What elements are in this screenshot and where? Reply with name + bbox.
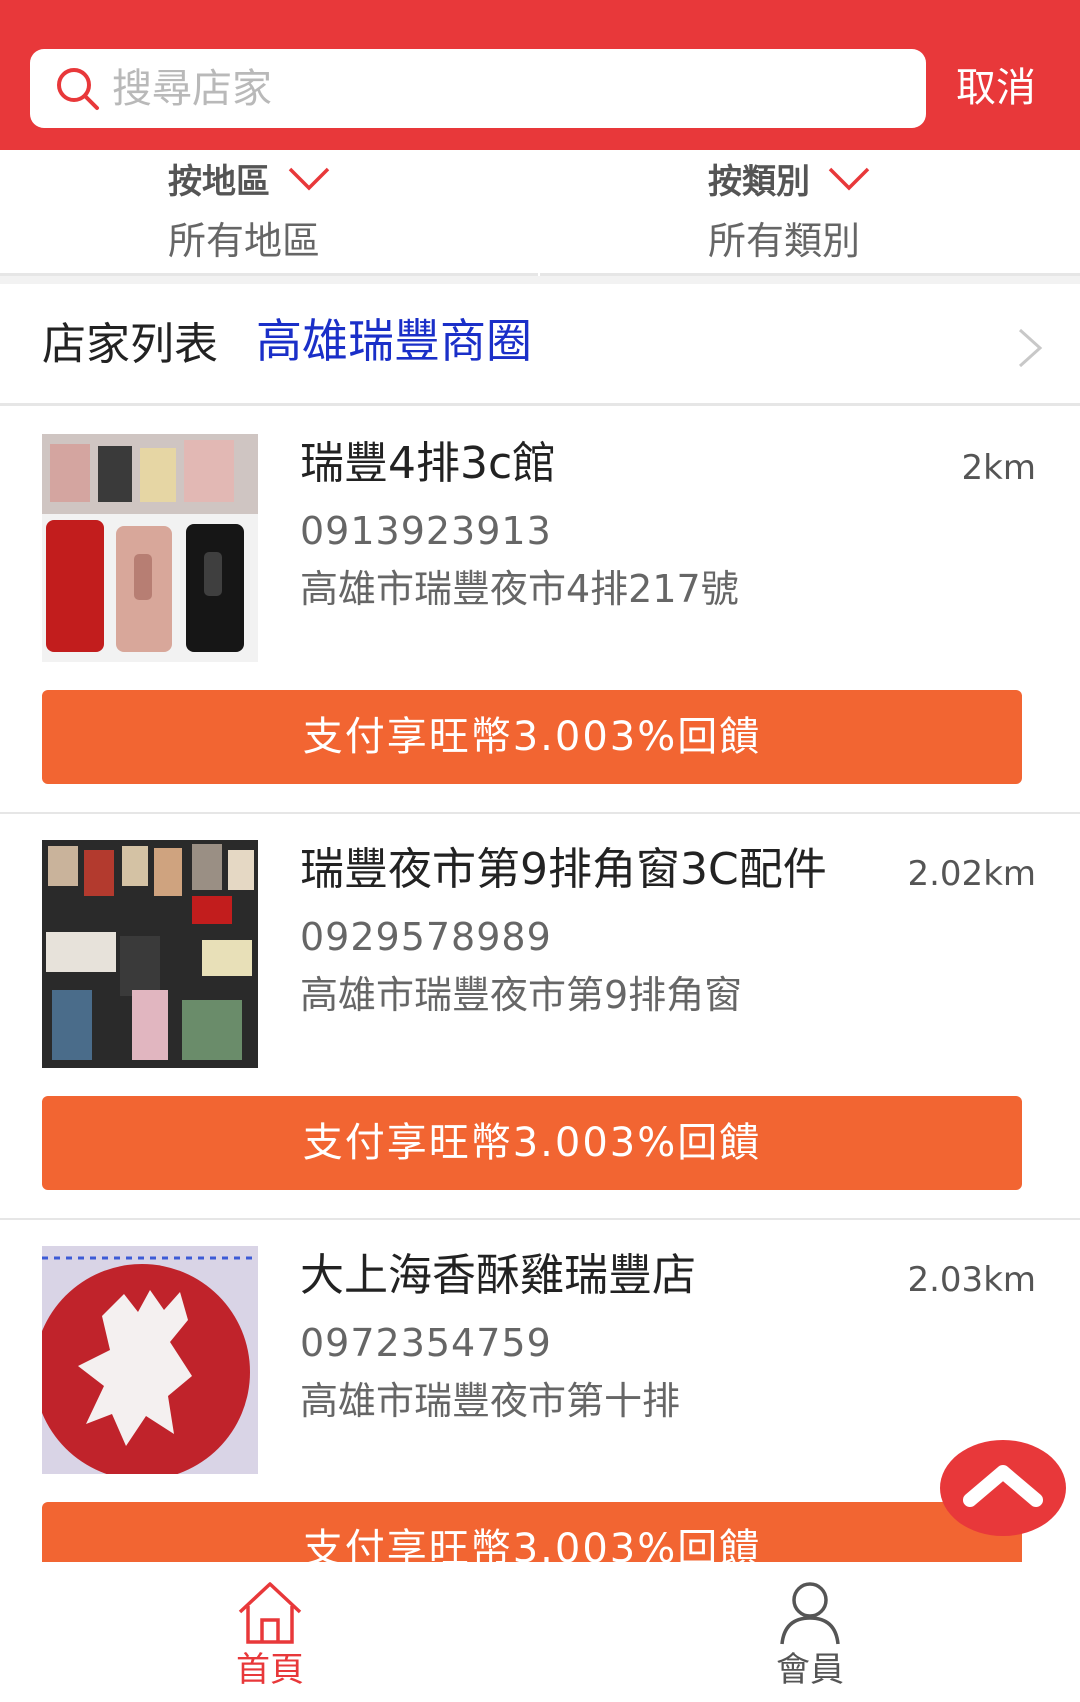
scroll-to-top-button[interactable] bbox=[940, 1440, 1066, 1536]
chevron-down-icon bbox=[828, 167, 870, 191]
store-thumbnail bbox=[42, 434, 258, 662]
store-distance: 2.02km bbox=[907, 854, 1036, 894]
store-address: 高雄市瑞豐夜市第十排 bbox=[300, 1379, 681, 1423]
chevron-right-icon bbox=[1018, 328, 1043, 368]
pay-reward-button[interactable]: 支付享旺幣3.003%回饋 bbox=[42, 1096, 1022, 1190]
store-phone[interactable]: 0972354759 bbox=[300, 1316, 552, 1370]
store-phone[interactable]: 0929578989 bbox=[300, 910, 552, 964]
store-list-item[interactable]: 瑞豐4排3c館 2km 0913923913 高雄市瑞豐夜市4排217號 支付享… bbox=[0, 408, 1080, 814]
nav-home[interactable]: 首頁 bbox=[170, 1562, 370, 1702]
nav-member-label: 會員 bbox=[776, 1650, 844, 1690]
store-distance: 2km bbox=[961, 448, 1036, 488]
top-bar: 搜尋店家 取消 bbox=[0, 0, 1080, 150]
store-name: 瑞豐4排3c館 bbox=[300, 438, 557, 489]
store-distance: 2.03km bbox=[907, 1260, 1036, 1300]
store-address: 高雄市瑞豐夜市第9排角窗 bbox=[300, 973, 743, 1017]
pay-reward-button[interactable]: 支付享旺幣3.003%回饋 bbox=[42, 690, 1022, 784]
user-icon bbox=[780, 1582, 840, 1645]
divider bbox=[0, 276, 1080, 284]
home-icon bbox=[238, 1582, 302, 1644]
search-icon bbox=[57, 68, 99, 110]
category-filter[interactable]: 按類別 所有類別 bbox=[540, 150, 1080, 276]
region-filter-title: 按地區 bbox=[168, 162, 270, 202]
category-filter-value: 所有類別 bbox=[708, 219, 861, 263]
search-placeholder: 搜尋店家 bbox=[112, 66, 272, 112]
chevron-up-icon bbox=[963, 1465, 1043, 1507]
store-list-label: 店家列表 bbox=[42, 319, 218, 370]
category-filter-title: 按類別 bbox=[708, 162, 810, 202]
region-filter-value: 所有地區 bbox=[168, 219, 321, 263]
store-list-item[interactable]: 瑞豐夜市第9排角窗3C配件 2.02km 0929578989 高雄市瑞豐夜市第… bbox=[0, 814, 1080, 1220]
region-filter[interactable]: 按地區 所有地區 bbox=[0, 150, 538, 276]
nav-home-label: 首頁 bbox=[236, 1650, 304, 1690]
chevron-down-icon bbox=[288, 167, 330, 191]
bottom-navigation: 首頁 會員 bbox=[0, 1562, 1080, 1702]
store-address: 高雄市瑞豐夜市4排217號 bbox=[300, 567, 739, 611]
business-area-link[interactable]: 高雄瑞豐商圈 bbox=[256, 310, 532, 372]
store-thumbnail bbox=[42, 1246, 258, 1474]
store-thumbnail bbox=[42, 840, 258, 1068]
nav-member[interactable]: 會員 bbox=[710, 1562, 910, 1702]
store-list-header[interactable]: 店家列表 高雄瑞豐商圈 bbox=[0, 284, 1080, 406]
search-input[interactable]: 搜尋店家 bbox=[30, 49, 926, 128]
cancel-button[interactable]: 取消 bbox=[956, 60, 1036, 116]
store-phone[interactable]: 0913923913 bbox=[300, 504, 552, 558]
store-name: 瑞豐夜市第9排角窗3C配件 bbox=[300, 844, 827, 895]
store-name: 大上海香酥雞瑞豐店 bbox=[300, 1250, 696, 1301]
